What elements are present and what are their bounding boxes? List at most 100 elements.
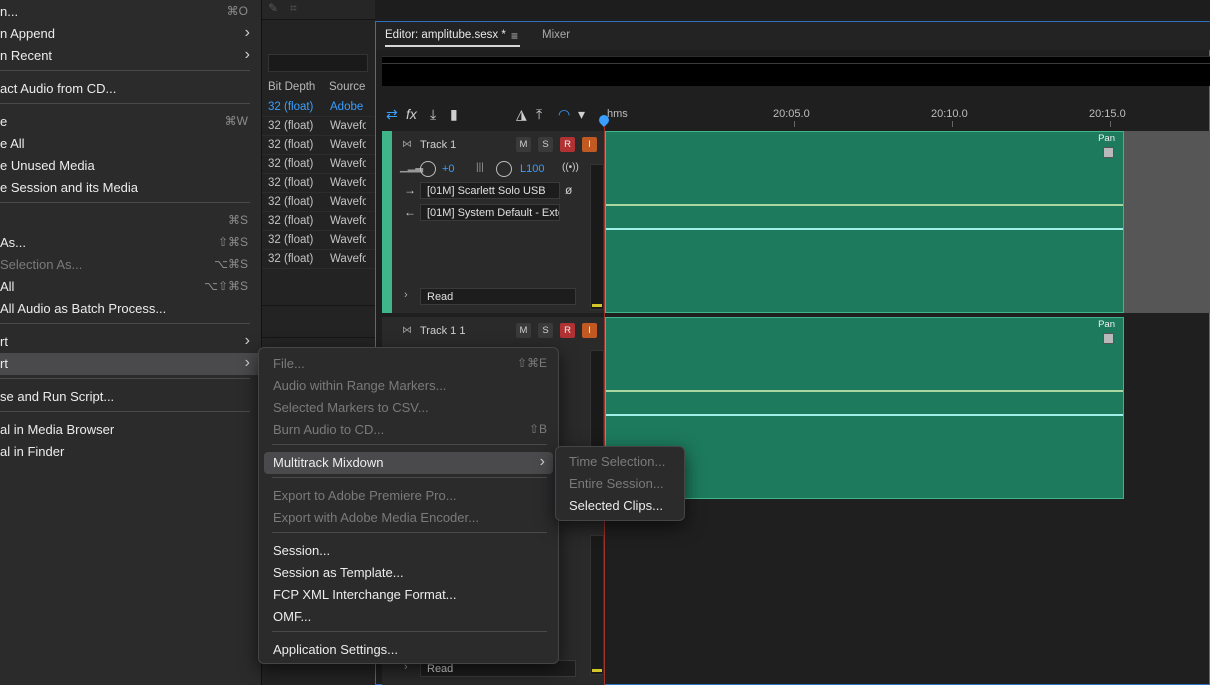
record-arm-button[interactable]: R xyxy=(560,137,575,152)
input-select[interactable]: [01M] Scarlett Solo USB xyxy=(420,182,560,199)
file-menu-item[interactable]: ⌘S xyxy=(0,210,262,232)
volume-envelope-line[interactable] xyxy=(606,204,1123,206)
file-menu-item[interactable]: al in Finder xyxy=(0,441,262,463)
panel-menu-icon[interactable]: ≡ xyxy=(511,29,518,43)
file-menu-item[interactable]: All Audio as Batch Process... xyxy=(0,298,262,320)
headphones-icon[interactable]: ◠ xyxy=(558,106,570,123)
marker-icon[interactable]: ▾ xyxy=(578,106,585,123)
pan-envelope-line[interactable] xyxy=(606,414,1123,416)
output-select[interactable]: [01M] System Default - Exte xyxy=(420,204,560,221)
column-source[interactable]: Source xyxy=(329,81,365,93)
file-row[interactable]: 32 (float) Wavefo xyxy=(262,174,375,193)
loop-icon[interactable]: ⇄ xyxy=(386,106,398,123)
plugin-icon[interactable]: ⌗ xyxy=(290,1,306,15)
tab-mixer[interactable]: Mixer xyxy=(542,29,570,41)
file-row[interactable]: 32 (float) Adobe xyxy=(262,98,375,117)
file-source: Wavefo xyxy=(330,196,366,208)
file-menu-item[interactable]: e ⌘W xyxy=(0,111,262,133)
column-bit-depth[interactable]: Bit Depth xyxy=(268,81,315,93)
export-menu-item[interactable]: OMF... xyxy=(264,606,553,628)
volume-value[interactable]: +0 xyxy=(442,163,455,175)
menu-item-label: e Unused Media xyxy=(0,158,95,173)
file-menu-item[interactable]: All ⌥⇧⌘S xyxy=(0,276,262,298)
export-menu-item[interactable]: Application Settings... xyxy=(264,639,553,661)
session-overview[interactable] xyxy=(382,56,1210,86)
eq-icon[interactable]: ▮ xyxy=(450,106,458,123)
solo-button[interactable]: S xyxy=(538,137,553,152)
file-row[interactable]: 32 (float) Wavefo xyxy=(262,193,375,212)
file-source: Wavefo xyxy=(330,234,366,246)
pan-value[interactable]: L100 xyxy=(520,163,544,175)
track-name[interactable]: Track 1 xyxy=(420,139,456,151)
menu-item-label: rt xyxy=(0,334,8,349)
mute-button[interactable]: M xyxy=(516,137,531,152)
file-row[interactable]: 32 (float) Wavefo xyxy=(262,117,375,136)
clip-pan-label[interactable]: Pan xyxy=(1098,319,1115,330)
snap-icon[interactable]: ⤒ xyxy=(536,106,542,123)
file-menu-item[interactable]: n Append › xyxy=(0,23,262,45)
automation-mode-select[interactable]: Read xyxy=(420,288,576,305)
metronome-icon[interactable]: ◮ xyxy=(516,106,527,123)
file-menu-item[interactable]: e All xyxy=(0,133,262,155)
solo-button[interactable]: S xyxy=(538,323,553,338)
file-menu-item[interactable]: rt › xyxy=(0,353,262,375)
sends-icon[interactable]: ⤓ xyxy=(430,106,436,123)
file-row[interactable]: 32 (float) Wavefo xyxy=(262,155,375,174)
file-menu-item[interactable]: rt › xyxy=(0,331,262,353)
menu-item-label: Entire Session... xyxy=(569,476,664,491)
export-menu-item[interactable]: Multitrack Mixdown › xyxy=(264,452,553,474)
file-row[interactable]: 32 (float) Wavefo xyxy=(262,212,375,231)
menu-item-label: Selection As... xyxy=(0,257,83,272)
file-bit-depth: 32 (float) xyxy=(268,120,314,132)
file-row[interactable]: 32 (float) Wavefo xyxy=(262,136,375,155)
menu-separator xyxy=(0,202,250,203)
mixdown-menu-item: Entire Session... xyxy=(561,473,679,495)
monitor-input-button[interactable]: I xyxy=(582,137,597,152)
mixdown-menu-item[interactable]: Selected Clips... xyxy=(561,495,679,517)
clip-envelope-icon[interactable] xyxy=(1103,147,1114,158)
record-arm-button[interactable]: R xyxy=(560,323,575,338)
export-menu-item[interactable]: FCP XML Interchange Format... xyxy=(264,584,553,606)
volume-knob[interactable] xyxy=(420,161,436,177)
tab-editor[interactable]: Editor: amplitube.sesx * xyxy=(385,29,506,41)
file-menu-item[interactable]: n... ⌘O xyxy=(0,1,262,23)
ruler-start: hms xyxy=(607,108,628,120)
files-search-input[interactable] xyxy=(268,54,368,72)
track-name[interactable]: Track 1 1 xyxy=(420,325,465,337)
file-menu-item[interactable]: e Unused Media xyxy=(0,155,262,177)
audio-clip[interactable]: Pan xyxy=(605,131,1124,313)
file-menu-item[interactable]: act Audio from CD... xyxy=(0,78,262,100)
file-source: Wavefo xyxy=(330,120,366,132)
clip-envelope-icon[interactable] xyxy=(1103,333,1114,344)
clip-pan-label[interactable]: Pan xyxy=(1098,133,1115,144)
brush-icon[interactable]: ✎ xyxy=(268,1,284,15)
time-ruler[interactable]: hms 20:05.0 20:10.0 20:15.0 xyxy=(604,106,1210,128)
file-row[interactable]: 32 (float) Wavefo xyxy=(262,231,375,250)
pan-envelope-line[interactable] xyxy=(606,228,1123,230)
file-source: Adobe xyxy=(330,101,364,113)
file-menu-item[interactable]: As... ⇧⌘S xyxy=(0,232,262,254)
mixdown-menu-item: Time Selection... xyxy=(561,451,679,473)
phase-invert-icon[interactable]: ø xyxy=(565,183,572,197)
file-menu-item[interactable]: se and Run Script... xyxy=(0,386,262,408)
menu-shortcut: ⌘S xyxy=(227,213,248,227)
volume-envelope-line[interactable] xyxy=(606,390,1123,392)
monitor-input-button[interactable]: I xyxy=(582,323,597,338)
expand-chevron-icon[interactable]: › xyxy=(404,289,408,301)
file-menu-item[interactable]: al in Media Browser xyxy=(0,419,262,441)
file-menu-item[interactable]: e Session and its Media xyxy=(0,177,262,199)
file-row[interactable]: 32 (float) Wavefo xyxy=(262,250,375,269)
track-header[interactable]: ⋈ Track 1 M S R I ▁▂▃ +0 ||| L100 ((•)) … xyxy=(382,131,604,313)
empty-track-area[interactable] xyxy=(1124,131,1210,313)
file-menu-item[interactable]: n Recent › xyxy=(0,45,262,67)
mute-button[interactable]: M xyxy=(516,323,531,338)
menu-item-label: Time Selection... xyxy=(569,454,666,469)
pan-knob[interactable] xyxy=(496,161,512,177)
stereo-icon[interactable]: ((•)) xyxy=(562,162,579,173)
menu-item-label: Export to Adobe Premiere Pro... xyxy=(273,488,457,503)
fx-icon[interactable]: fx xyxy=(406,106,417,122)
export-menu-item[interactable]: Session... xyxy=(264,540,553,562)
export-menu-item[interactable]: Session as Template... xyxy=(264,562,553,584)
drag-handle-icon[interactable]: ⋈ xyxy=(402,139,412,150)
drag-handle-icon[interactable]: ⋈ xyxy=(402,325,412,336)
